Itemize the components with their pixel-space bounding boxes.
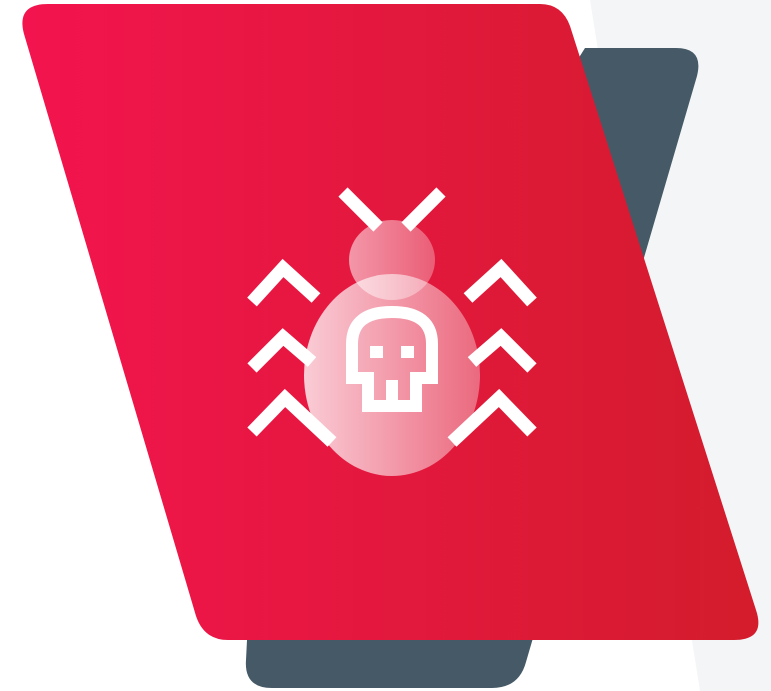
bug-body — [304, 274, 480, 476]
illustration — [0, 0, 771, 691]
illustration-canvas — [22, 0, 771, 691]
